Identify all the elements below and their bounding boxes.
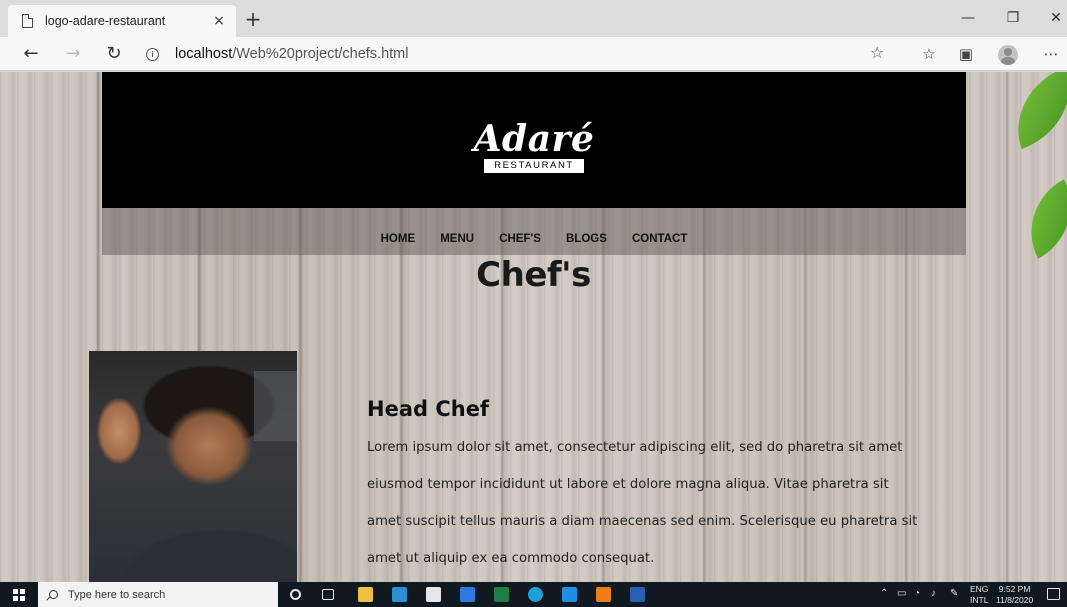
page-icon [22,14,33,28]
browser-tab[interactable]: logo-adare-restaurant × [8,5,236,37]
windows-start-icon[interactable] [13,589,25,601]
tab-close-icon[interactable]: × [208,13,230,29]
battery-icon[interactable]: ▭ [897,588,906,599]
more-icon[interactable]: ⋯ [1040,43,1062,65]
clock-time: 9:52 PM [998,584,1031,594]
restore-button[interactable]: ❐ [990,0,1036,37]
nav-menu[interactable]: MENU [440,233,474,245]
page-title: Chef's [476,255,591,295]
file-explorer-icon[interactable] [358,587,373,602]
chef-bio: Lorem ipsum dolor sit amet, consectetur … [367,440,918,566]
refresh-icon[interactable]: ↻ [101,42,127,66]
notification-icon[interactable] [1047,588,1060,600]
system-clock[interactable]: 9:52 PM 11/8/2020 [996,584,1033,606]
edge-icon[interactable] [528,587,543,602]
excel-icon[interactable] [494,587,509,602]
url-path: /Web%20project/chefs.html [232,46,409,62]
site-info-icon[interactable]: i [146,47,159,61]
leaf-decoration [1000,72,1067,150]
nav-blogs[interactable]: BLOGS [566,233,607,245]
close-window-button[interactable]: ✕ [1033,0,1067,37]
nav-contact[interactable]: CONTACT [632,233,687,245]
lang-top: ENG [970,584,989,594]
nav-home[interactable]: HOME [381,233,416,245]
word-icon[interactable] [630,587,645,602]
site-header: Adaré RESTAURANT [102,72,966,208]
url-host: localhost [175,46,233,62]
url-text[interactable]: localhost/Web%20project/chefs.html [175,46,408,62]
lang-bottom: INTL [970,595,989,605]
tab-strip: logo-adare-restaurant × + — ❐ ✕ [0,0,1067,37]
logo-subtitle: RESTAURANT [484,159,584,173]
volume-icon[interactable]: ♪ [931,588,936,599]
collections-icon[interactable]: ▣ [955,43,977,65]
page-viewport: Adaré RESTAURANT HOME MENU CHEF'S BLOGS … [0,72,1067,582]
calendar-icon[interactable] [460,587,475,602]
cortana-icon[interactable] [290,589,301,600]
nav-chefs[interactable]: CHEF'S [499,233,541,245]
new-tab-button[interactable]: + [240,7,266,33]
chef-role: Head Chef [367,397,490,421]
minimize-button[interactable]: — [945,0,991,37]
store-icon[interactable] [426,587,441,602]
logo-text: Adaré [473,118,595,160]
site-logo[interactable]: Adaré RESTAURANT [102,120,966,173]
clock-date: 11/8/2020 [996,595,1034,605]
xampp-icon[interactable] [596,587,611,602]
main-nav: HOME MENU CHEF'S BLOGS CONTACT [102,208,966,255]
task-view-icon[interactable] [322,589,334,600]
windows-taskbar: Type here to search ⌃ ▭ ◔ ♪ ✎ ENG INTL 9… [0,582,1067,607]
back-icon[interactable]: ← [18,42,44,66]
search-placeholder: Type here to search [68,588,166,601]
tab-title: logo-adare-restaurant [45,14,166,28]
tray-overflow-icon[interactable]: ⌃ [880,588,888,599]
address-bar[interactable]: i localhost/Web%20project/chefs.html [146,42,906,66]
forward-icon[interactable]: → [60,42,86,66]
pen-icon[interactable]: ✎ [950,588,958,599]
search-icon [49,590,58,599]
network-icon[interactable]: ◔ [914,588,920,599]
mail-icon[interactable] [392,587,407,602]
vscode-icon[interactable] [562,587,577,602]
browser-toolbar: ← → ↻ i localhost/Web%20project/chefs.ht… [0,37,1067,71]
favorite-star-icon[interactable]: ☆ [870,43,884,62]
taskbar-search[interactable]: Type here to search [38,582,278,607]
profile-icon[interactable] [998,45,1018,65]
language-indicator[interactable]: ENG INTL [970,584,988,606]
favorites-icon[interactable]: ☆ [918,43,940,65]
leaf-decoration [1010,179,1067,259]
chef-photo [89,351,297,582]
